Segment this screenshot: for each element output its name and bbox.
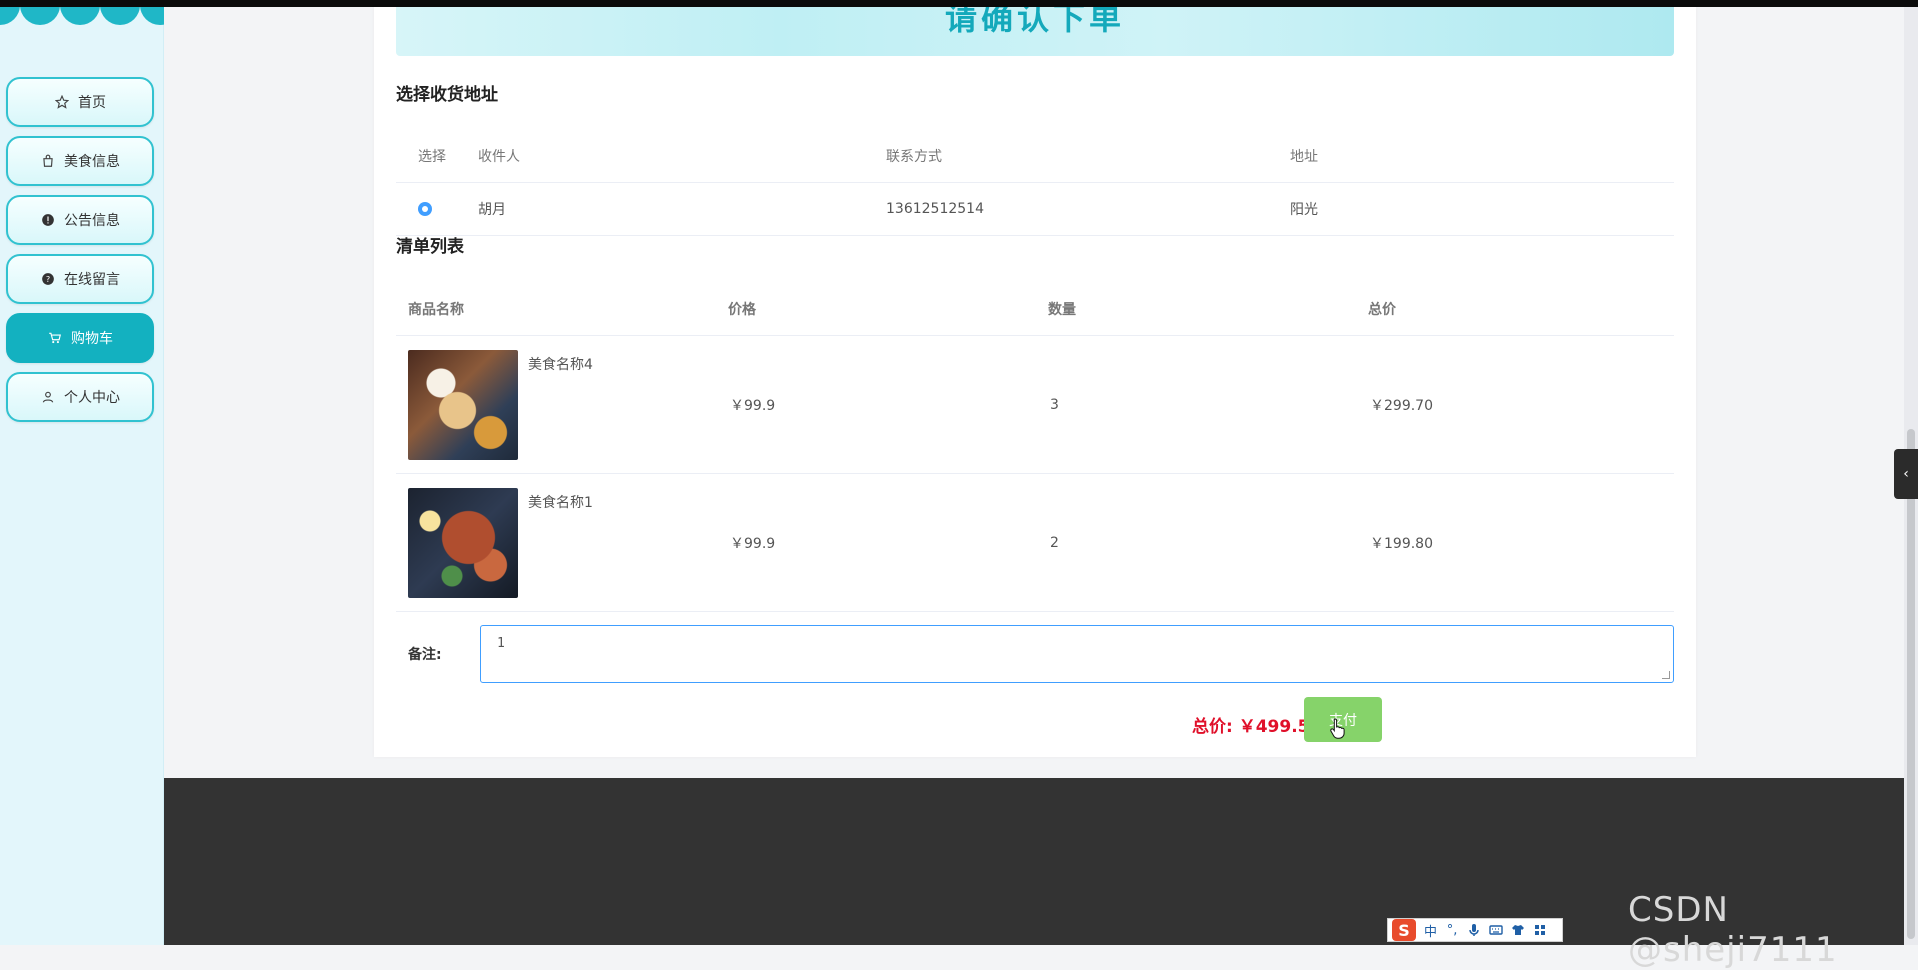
column-header: 数量 — [1048, 301, 1076, 318]
recipient-cell: 胡月 — [478, 202, 506, 218]
address-cell: 阳光 — [1290, 202, 1318, 218]
star-icon — [54, 94, 70, 110]
item-name: 美食名称4 — [528, 357, 593, 373]
table-row: 美食名称4 ￥99.9 3 ￥299.70 — [396, 336, 1674, 474]
sidebar-item-notice[interactable]: 公告信息 — [6, 195, 154, 245]
items-table: 商品名称 价格 数量 总价 美食名称4 ￥99.9 3 ￥299.70 美食名称… — [396, 282, 1674, 612]
column-header: 总价 — [1368, 301, 1396, 318]
radio-selected-icon — [418, 202, 432, 216]
cart-icon — [47, 330, 63, 346]
chevron-left-icon[interactable]: ‹ — [1894, 449, 1918, 499]
punctuation-icon[interactable]: °, — [1445, 923, 1459, 938]
help-icon: ? — [40, 271, 56, 287]
remark-label: 备注: — [408, 647, 442, 663]
sidebar: 首页 美食信息 公告信息 ? 在线留言 购物车 个人中心 — [0, 7, 164, 945]
table-row: 美食名称1 ￥99.9 2 ￥199.80 — [396, 474, 1674, 612]
order-total: 总价: ￥499.50 — [1192, 717, 1322, 737]
table-row[interactable]: 胡月 13612512514 阳光 — [396, 183, 1674, 236]
column-header: 选择 — [418, 149, 446, 165]
item-name: 美食名称1 — [528, 495, 593, 511]
items-table-header: 商品名称 价格 数量 总价 — [396, 282, 1674, 336]
items-section-title: 清单列表 — [396, 237, 464, 257]
bag-icon — [40, 153, 56, 169]
address-select-radio[interactable] — [418, 183, 432, 235]
ime-toolbar[interactable]: S 中 °, — [1387, 918, 1563, 942]
address-table-header: 选择 收件人 联系方式 地址 — [396, 130, 1674, 183]
page-title: 请确认下单 — [944, 7, 1125, 37]
remark-textarea[interactable]: 1 — [480, 625, 1674, 683]
sidebar-item-label: 公告信息 — [64, 213, 120, 229]
window-top-strip — [0, 0, 1918, 7]
skin-shirt-icon[interactable] — [1511, 923, 1525, 937]
sidebar-item-message[interactable]: ? 在线留言 — [6, 254, 154, 304]
item-price: ￥99.9 — [730, 535, 776, 552]
column-header: 联系方式 — [886, 149, 942, 165]
scrollbar-thumb[interactable] — [1907, 429, 1915, 939]
page-banner: 请确认下单 — [396, 7, 1674, 56]
sogou-logo-icon: S — [1392, 919, 1416, 941]
order-card: 请确认下单 选择收货地址 选择 收件人 联系方式 地址 胡月 136125125… — [374, 7, 1696, 757]
sidebar-item-label: 个人中心 — [64, 390, 120, 406]
address-table: 选择 收件人 联系方式 地址 胡月 13612512514 阳光 — [396, 130, 1674, 236]
side-menu: 首页 美食信息 公告信息 ? 在线留言 购物车 个人中心 — [6, 77, 156, 431]
svg-text:?: ? — [46, 274, 50, 284]
column-header: 地址 — [1290, 149, 1318, 165]
sidebar-item-label: 美食信息 — [64, 154, 120, 170]
resize-handle-icon[interactable] — [1662, 671, 1670, 679]
sidebar-decoration — [0, 7, 164, 27]
phone-cell: 13612512514 — [886, 201, 984, 217]
sidebar-item-food[interactable]: 美食信息 — [6, 136, 154, 186]
food-image[interactable] — [408, 488, 518, 598]
item-quantity: 2 — [1050, 534, 1059, 551]
keyboard-icon[interactable] — [1489, 923, 1503, 937]
column-header: 价格 — [728, 301, 756, 318]
item-total: ￥299.70 — [1370, 397, 1433, 414]
column-header: 收件人 — [478, 149, 520, 165]
hand-cursor-icon — [1330, 718, 1345, 739]
sidebar-item-label: 首页 — [78, 95, 106, 111]
sidebar-item-profile[interactable]: 个人中心 — [6, 372, 154, 422]
sidebar-item-home[interactable]: 首页 — [6, 77, 154, 127]
item-price: ￥99.9 — [730, 397, 776, 414]
microphone-icon[interactable] — [1467, 923, 1481, 937]
address-section-title: 选择收货地址 — [396, 85, 498, 105]
remark-value: 1 — [497, 636, 505, 651]
food-image[interactable] — [408, 350, 518, 460]
sidebar-item-label: 购物车 — [71, 331, 113, 347]
watermark-text: CSDN @sheji7111 — [1628, 890, 1838, 970]
sidebar-item-label: 在线留言 — [64, 272, 120, 288]
item-quantity: 3 — [1050, 396, 1059, 413]
ime-mode[interactable]: 中 — [1424, 921, 1437, 940]
alert-icon — [40, 212, 56, 228]
main-content: 请确认下单 选择收货地址 选择 收件人 联系方式 地址 胡月 136125125… — [164, 7, 1904, 778]
column-header: 商品名称 — [408, 301, 464, 318]
item-total: ￥199.80 — [1370, 535, 1433, 552]
user-icon — [40, 389, 56, 405]
sidebar-item-cart[interactable]: 购物车 — [6, 313, 154, 363]
grid-menu-icon[interactable] — [1533, 923, 1547, 937]
